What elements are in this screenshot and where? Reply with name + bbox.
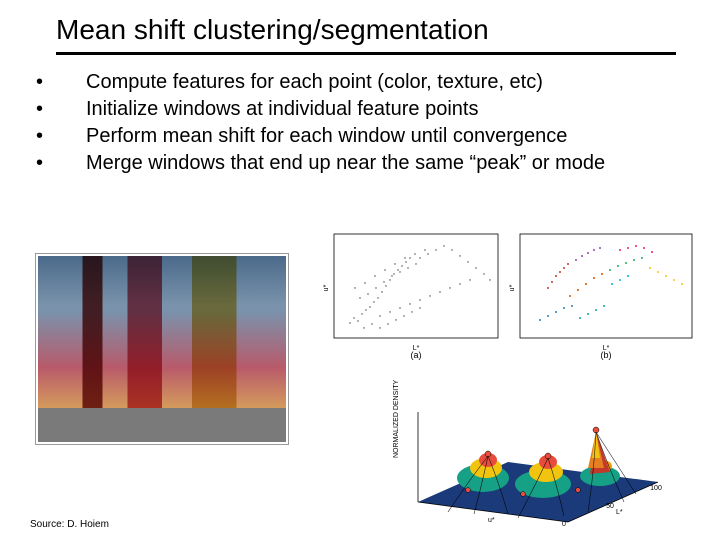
list-item: • Perform mean shift for each window unt… [30, 123, 690, 150]
list-item: • Compute features for each point (color… [30, 69, 690, 96]
input-photo [36, 254, 288, 444]
figure-area: L* u* (a) [30, 232, 690, 506]
bullet-icon: • [30, 150, 86, 177]
surface-ylabel: u* [488, 517, 495, 524]
list-item: • Initialize windows at individual featu… [30, 96, 690, 123]
source-credit: Source: D. Hoiem [30, 519, 109, 530]
surface-zlabel: NORMALIZED DENSITY [393, 379, 400, 458]
bullet-icon: • [30, 96, 86, 123]
bullet-text: Perform mean shift for each window until… [86, 123, 690, 150]
scatter-a-ylabel: u* [323, 284, 330, 291]
surface-xtick-50: 50 [606, 503, 614, 510]
slide-title: Mean shift clustering/segmentation [0, 0, 720, 52]
bullet-text: Initialize windows at individual feature… [86, 96, 690, 123]
surface-xtick-0: 0 [562, 521, 566, 526]
scatter-plots: L* u* (a) [320, 228, 700, 360]
density-surface-plot: L* u* NORMALIZED DENSITY 0 50 100 [378, 362, 678, 526]
scatter-b-caption: (b) [601, 350, 612, 360]
bullet-text: Compute features for each point (color, … [86, 69, 690, 96]
surface-xtick-100: 100 [650, 485, 662, 492]
bullet-list: • Compute features for each point (color… [0, 65, 720, 177]
scatter-a-caption: (a) [411, 350, 422, 360]
scatter-b-ylabel: u* [509, 284, 516, 291]
bullet-icon: • [30, 123, 86, 150]
surface-xlabel: L* [616, 509, 623, 516]
list-item: • Merge windows that end up near the sam… [30, 150, 690, 177]
title-rule [56, 52, 676, 55]
bullet-icon: • [30, 69, 86, 96]
bullet-text: Merge windows that end up near the same … [86, 150, 690, 177]
